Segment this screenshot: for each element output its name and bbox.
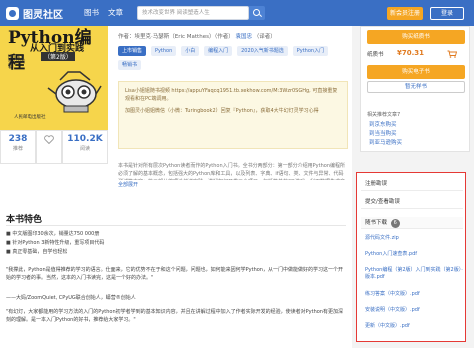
feature-list: ■ 中文版图印30余次，销量达750 000册 ■ 针对Python 3新特性升… bbox=[6, 230, 346, 257]
feature-item: ■ 针对Python 3新特性升级，重写项目代码 bbox=[6, 240, 105, 246]
sample-button[interactable]: 暂无样书 bbox=[367, 81, 465, 93]
top-navbar: 图灵社区 图书 文章 技术改变世界 阅读塑造人生 新会员注册 登录 bbox=[0, 0, 474, 26]
quote-author: ——大妈/ZoomQuiet, CPyUG联合创始人，蟒营®创始人 bbox=[6, 295, 136, 301]
download-link[interactable]: 练习答案（中文版）.pdf bbox=[365, 291, 463, 298]
author-text: 作者：埃里克·马瑟斯（Eric Matthes）（作者） bbox=[118, 34, 234, 40]
tag-item[interactable]: 编程入门 bbox=[204, 46, 233, 56]
tag-item[interactable]: 畅销书 bbox=[118, 60, 142, 70]
site-logo[interactable]: 图灵社区 bbox=[6, 5, 63, 21]
related-title: 相关推荐文章7 bbox=[367, 112, 401, 118]
search-input[interactable]: 技术改变世界 阅读塑造人生 bbox=[137, 6, 249, 20]
read-count: 110.2K bbox=[67, 134, 103, 144]
cart-icon[interactable] bbox=[447, 50, 457, 58]
cover-publisher: 人民邮电出版社 bbox=[14, 115, 46, 120]
submit-errata-button[interactable]: 提交/查看勘误 bbox=[361, 195, 463, 209]
price-value: ¥70.31 bbox=[397, 49, 425, 57]
download-link[interactable]: 安装说明（中文版）.pdf bbox=[365, 307, 463, 314]
errata-button[interactable]: 注册勘误 bbox=[361, 177, 463, 191]
logo-text: 图灵社区 bbox=[23, 9, 63, 21]
tag-list: 上市销售 Python 小白 编程入门 2020入气新书题选 Python入门 … bbox=[118, 46, 348, 74]
expand-link[interactable]: 全部展开 bbox=[118, 181, 138, 188]
translator-suffix: （译者） bbox=[253, 34, 276, 40]
download-link[interactable]: 源代码文件.zip bbox=[365, 235, 463, 242]
search-icon[interactable] bbox=[249, 6, 265, 20]
register-button[interactable]: 新会员注册 bbox=[387, 7, 423, 20]
nav-articles[interactable]: 文章 bbox=[108, 7, 123, 18]
download-count-badge: 6 bbox=[390, 219, 400, 228]
recommend-count: 238 bbox=[8, 134, 28, 144]
book-cover: Python编程 从入门到实践 （第2版） [美] 埃里克·马瑟斯 著 人民邮电… bbox=[0, 26, 108, 130]
recommend-stat[interactable]: 238 推荐 bbox=[0, 130, 36, 164]
buy-ebook-button[interactable]: 购买电子书 bbox=[367, 65, 465, 79]
tag-item[interactable]: 小白 bbox=[181, 46, 200, 56]
book-description: 本书是针对所有层次Python读者而作的Python入门书。全书分两部分：第一部… bbox=[118, 163, 345, 180]
feature-item: ■ 中文版图印30余次，销量达750 000册 bbox=[6, 231, 100, 237]
tag-item[interactable]: 2020入气新书题选 bbox=[237, 46, 288, 56]
feature-item: ■ 真正零基础，自学也轻松 bbox=[6, 249, 68, 255]
quote-text: "我撑此，Python是值得推荐的学习的语言。仕面来，它的优势不在于和这个问题，… bbox=[6, 267, 343, 281]
login-button[interactable]: 登录 bbox=[430, 7, 464, 20]
download-link[interactable]: Python编程（第2版）入门到实践（第2版）· 版本.pdf bbox=[365, 267, 463, 281]
promo-notice: Lisa小姐姐随书视频 https://appuYFaqcq1951.tb.xe… bbox=[118, 81, 348, 149]
tag-item[interactable]: Python入门 bbox=[292, 46, 329, 56]
cover-edition: （第2版） bbox=[41, 52, 75, 61]
purchase-box: 购买纸质书 纸质书 ¥70.31 购买电子书 暂无样书 相关推荐文章7 到京东购… bbox=[360, 26, 470, 152]
promo-line: 加图灵小姐姐微信（小微：Turingbook2）回复『Python』，获取4大牛… bbox=[125, 108, 319, 114]
store-link[interactable]: 到当当购买 bbox=[369, 129, 397, 137]
store-link[interactable]: 到京东购买 bbox=[369, 120, 397, 128]
translator-link[interactable]: 袁国忠 bbox=[235, 34, 252, 40]
price-row: 纸质书 ¥70.31 bbox=[367, 49, 465, 60]
read-label: 阅读 bbox=[79, 146, 90, 152]
price-label: 纸质书 bbox=[367, 52, 384, 58]
buy-paper-button[interactable]: 购买纸质书 bbox=[367, 30, 465, 44]
cover-author: [美] 埃里克·马瑟斯 著 bbox=[8, 54, 26, 69]
download-label: 随书下载 bbox=[365, 220, 388, 226]
download-link[interactable]: Python入门速查表.pdf bbox=[365, 251, 463, 258]
store-link[interactable]: 到亚马逊购买 bbox=[369, 138, 402, 146]
logo-icon bbox=[6, 6, 19, 20]
book-main: Python编程 从入门到实践 （第2版） [美] 埃里克·马瑟斯 著 人民邮电… bbox=[0, 26, 352, 348]
tag-item[interactable]: 上市销售 bbox=[118, 46, 147, 56]
nav-books[interactable]: 图书 bbox=[84, 7, 99, 18]
favorite-button[interactable] bbox=[36, 130, 62, 164]
quote-text: "有幻灯，大家都能用的学习方法的入门的Python初学者学到的基本知识内容，并且… bbox=[6, 309, 343, 323]
read-stat: 110.2K 阅读 bbox=[62, 130, 108, 164]
recommend-label: 推荐 bbox=[12, 146, 23, 152]
robot-illustration-icon bbox=[47, 71, 102, 113]
author-line: 作者：埃里克·马瑟斯（Eric Matthes）（作者） 袁国忠 （译者） bbox=[118, 32, 276, 40]
download-link[interactable]: 更新（中文版）.pdf bbox=[365, 323, 463, 330]
resources-panel: 注册勘误 提交/查看勘误 随书下载 6 源代码文件.zip Python入门速查… bbox=[356, 172, 466, 342]
download-header: 随书下载 6 bbox=[361, 217, 463, 229]
section-title: 本书特色 bbox=[6, 215, 43, 225]
promo-line: Lisa小姐姐随书视频 https://appuYFaqcq1951.tb.xe… bbox=[125, 88, 338, 102]
section-divider bbox=[6, 225, 346, 226]
tag-item[interactable]: Python bbox=[150, 46, 177, 56]
heart-icon bbox=[44, 135, 54, 144]
